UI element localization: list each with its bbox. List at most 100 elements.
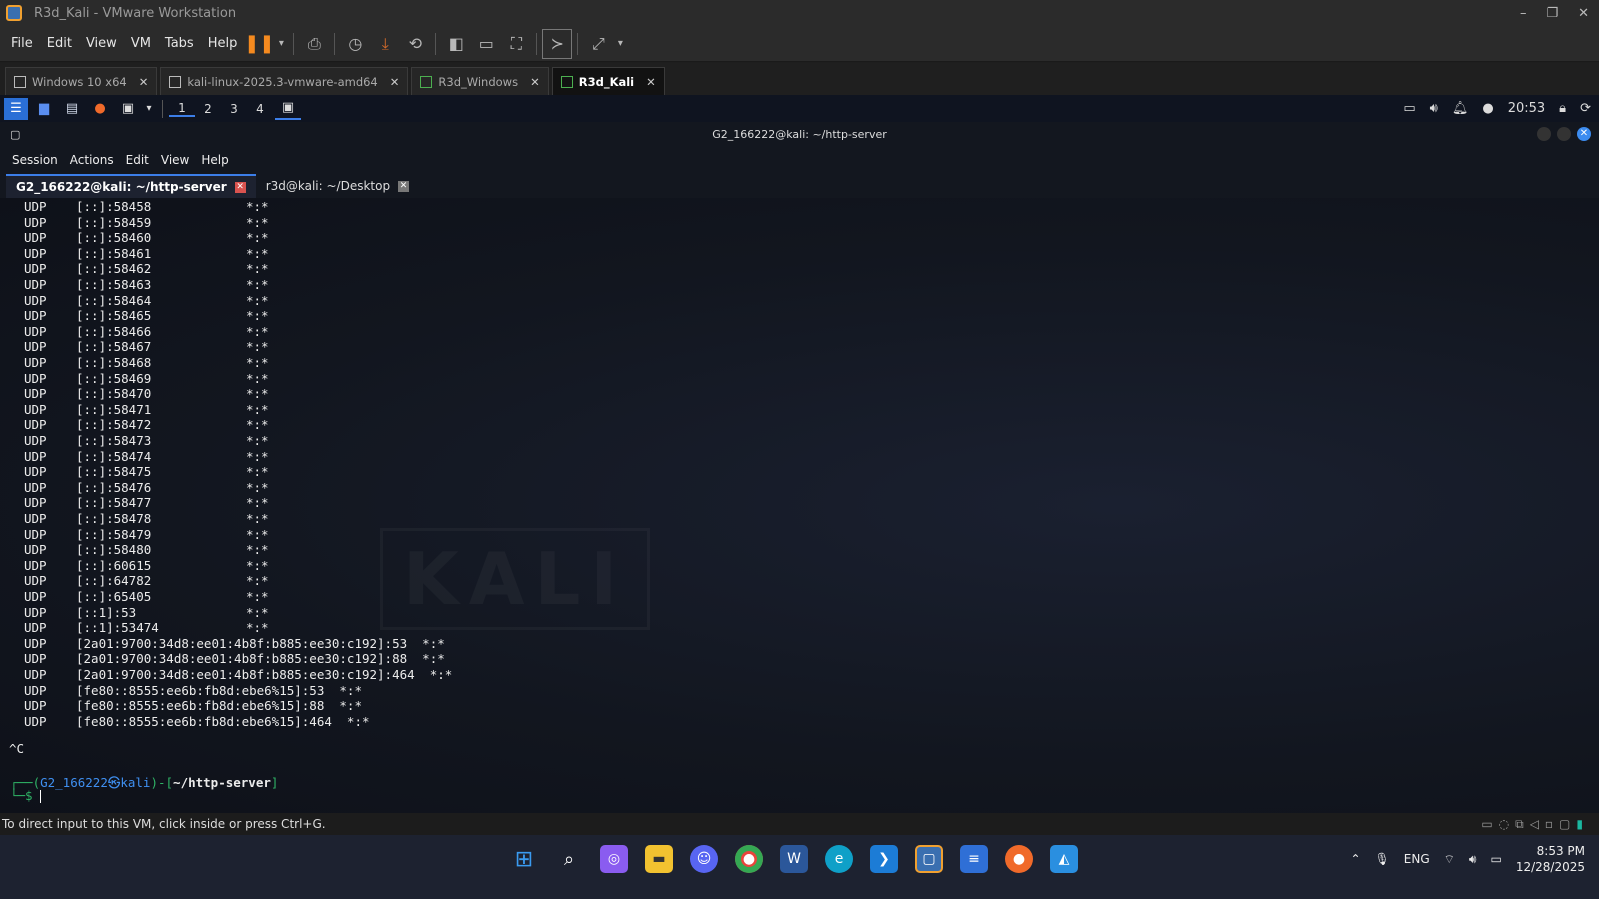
taskbar-clock[interactable]: 8:53 PM 12/28/2025 (1516, 843, 1585, 875)
power-icon[interactable]: ● (1482, 101, 1493, 116)
workspace-1[interactable]: 1 (169, 101, 195, 117)
terminal-output[interactable]: KALI UDP[::]:58458*:*UDP[::]:58459*:*UDP… (0, 198, 1599, 813)
terminal-tab-desktop[interactable]: r3d@kali: ~/Desktop ✕ (256, 174, 419, 198)
terminal-window-button[interactable]: ▣ (275, 98, 301, 120)
foreign-address-cell: *:* (246, 511, 269, 526)
close-icon[interactable]: ✕ (530, 75, 540, 89)
volume-icon[interactable]: 🔊︎ (1469, 852, 1477, 867)
lock-icon[interactable]: 🔒︎ (1559, 101, 1566, 116)
vm-tab-kali-linux[interactable]: kali-linux-2025.3-vmware-amd64 ✕ (160, 67, 409, 95)
close-icon[interactable]: ✕ (390, 75, 400, 89)
snapshot-icon[interactable]: ◷ (340, 29, 370, 59)
chevron-down-icon[interactable]: ▾ (144, 98, 154, 120)
file-explorer-icon[interactable]: ▬ (645, 845, 673, 873)
photos-icon[interactable]: ◭ (1050, 845, 1078, 873)
maximize-icon[interactable] (1557, 127, 1571, 141)
menu-edit[interactable]: Edit (126, 153, 149, 167)
close-icon[interactable]: ✕ (646, 75, 656, 89)
workspace-4[interactable]: 4 (247, 102, 273, 116)
snapshot-manager-icon[interactable]: ⟲ (400, 29, 430, 59)
search-icon[interactable]: ⌕ (555, 845, 583, 873)
terminal-tab-http-server[interactable]: G2_166222@kali: ~/http-server ✕ (6, 174, 256, 198)
notepad-icon[interactable]: ≡ (960, 845, 988, 873)
vm-tab-r3d-windows[interactable]: R3d_Windows ✕ (411, 67, 549, 95)
menu-vm[interactable]: VM (124, 36, 158, 51)
wifi-icon[interactable]: ⌔ (1444, 852, 1455, 867)
firefox-icon[interactable]: ● (1005, 845, 1033, 873)
menu-help[interactable]: Help (201, 153, 228, 167)
local-address-cell: [::]:65405 (76, 589, 152, 604)
address-cell: [2a01:9700:34d8:ee01:4b8f:b885:ee30:c192… (76, 667, 453, 682)
local-address-cell: [::]:58476 (76, 479, 152, 495)
chevron-down-icon[interactable]: ▾ (274, 29, 288, 59)
pause-vm-icon[interactable]: ❚❚ (244, 29, 274, 59)
menu-view[interactable]: View (161, 153, 189, 167)
chevron-down-icon[interactable]: ▾ (613, 29, 627, 59)
menu-file[interactable]: File (0, 36, 40, 51)
copilot-icon[interactable]: ◎ (600, 845, 628, 873)
workspace-2[interactable]: 2 (195, 102, 221, 116)
running-vm-icon (560, 75, 573, 88)
proto-cell: UDP (24, 651, 47, 667)
local-address-cell: [::]:58474 (76, 448, 152, 464)
restore-button[interactable]: ❐ (1546, 6, 1558, 21)
menu-session[interactable]: Session (12, 153, 58, 167)
local-address-cell: [::]:58479 (76, 526, 152, 542)
menu-actions[interactable]: Actions (70, 153, 114, 167)
workspace-3[interactable]: 3 (221, 102, 247, 116)
panel-clock[interactable]: 20:53 (1508, 101, 1545, 116)
foreign-address-cell: *:* (246, 604, 269, 620)
minimize-button[interactable]: – (1520, 6, 1527, 21)
close-tab-icon[interactable]: ✕ (398, 180, 410, 192)
word-icon[interactable]: W (780, 845, 808, 873)
microphone-icon[interactable]: 🎙︎ (1375, 852, 1390, 866)
close-tab-icon[interactable]: ✕ (234, 181, 246, 193)
display-icon[interactable]: ▭ (1403, 101, 1415, 116)
notification-bell-icon[interactable]: 🔔︎ (1452, 101, 1469, 116)
discord-icon[interactable]: ☺ (690, 845, 718, 873)
close-button[interactable]: ✕ (1578, 6, 1589, 21)
close-icon[interactable]: ✕ (1577, 127, 1591, 141)
close-icon[interactable]: ✕ (139, 75, 149, 89)
terminal-launcher-icon[interactable]: ▣ (116, 98, 140, 120)
vmware-icon[interactable]: ▢ (915, 845, 943, 873)
minimize-icon[interactable] (1537, 127, 1551, 141)
chevron-up-icon[interactable]: ⌃ (1350, 852, 1360, 866)
battery-icon[interactable]: ▭ (1490, 852, 1501, 866)
firefox-icon[interactable]: ● (88, 98, 112, 120)
device-icons[interactable]: ▭◌⧉◁▫▢▮ (1481, 813, 1589, 835)
language-indicator[interactable]: ENG (1404, 852, 1430, 866)
status-text: To direct input to this VM, click inside… (2, 817, 326, 831)
vscode-icon[interactable]: ❯ (870, 845, 898, 873)
kali-menu-icon[interactable]: ☰ (4, 97, 28, 120)
menu-help[interactable]: Help (201, 36, 245, 51)
thumbnail-bar-icon[interactable]: ▭ (471, 29, 501, 59)
start-icon[interactable]: ⊞ (510, 845, 538, 873)
send-keys-icon[interactable]: ⎙ (299, 29, 329, 59)
proto-cell: UDP (24, 323, 47, 339)
chrome-icon[interactable]: ● (735, 845, 763, 873)
vmware-logo-icon (6, 5, 22, 21)
shell-prompt-cursor-line[interactable]: └─$ (10, 788, 42, 803)
console-view-icon[interactable]: ≻ (542, 28, 573, 59)
full-screen-icon[interactable]: ⛶ (501, 29, 531, 59)
stretch-icon[interactable]: ⤢ (583, 29, 613, 59)
proto-cell: UDP (24, 604, 47, 620)
logout-icon[interactable]: ⟳ (1580, 101, 1591, 116)
local-address-cell: [::]:58462 (76, 261, 152, 277)
menu-edit[interactable]: Edit (40, 36, 79, 51)
volume-icon[interactable]: 🔊︎ (1430, 101, 1438, 116)
terminal-title-bar: ▢ G2_166222@kali: ~/http-server ✕ (0, 122, 1599, 148)
local-address-cell: [::]:58478 (76, 511, 152, 526)
local-address-cell: [::]:58477 (76, 495, 152, 511)
library-icon[interactable]: ◧ (441, 29, 471, 59)
local-address-cell: [::]:58469 (76, 370, 152, 386)
menu-view[interactable]: View (79, 36, 124, 51)
menu-tabs[interactable]: Tabs (158, 36, 201, 51)
revert-snapshot-icon[interactable]: ⤓ (370, 29, 400, 59)
file-manager-icon[interactable]: ▤ (60, 98, 84, 120)
vm-tab-r3d-kali[interactable]: R3d_Kali ✕ (551, 67, 665, 95)
edge-icon[interactable]: e (825, 845, 853, 873)
vm-tab-windows10[interactable]: Windows 10 x64 ✕ (5, 67, 158, 95)
show-desktop-icon[interactable]: ▆ (32, 98, 56, 120)
